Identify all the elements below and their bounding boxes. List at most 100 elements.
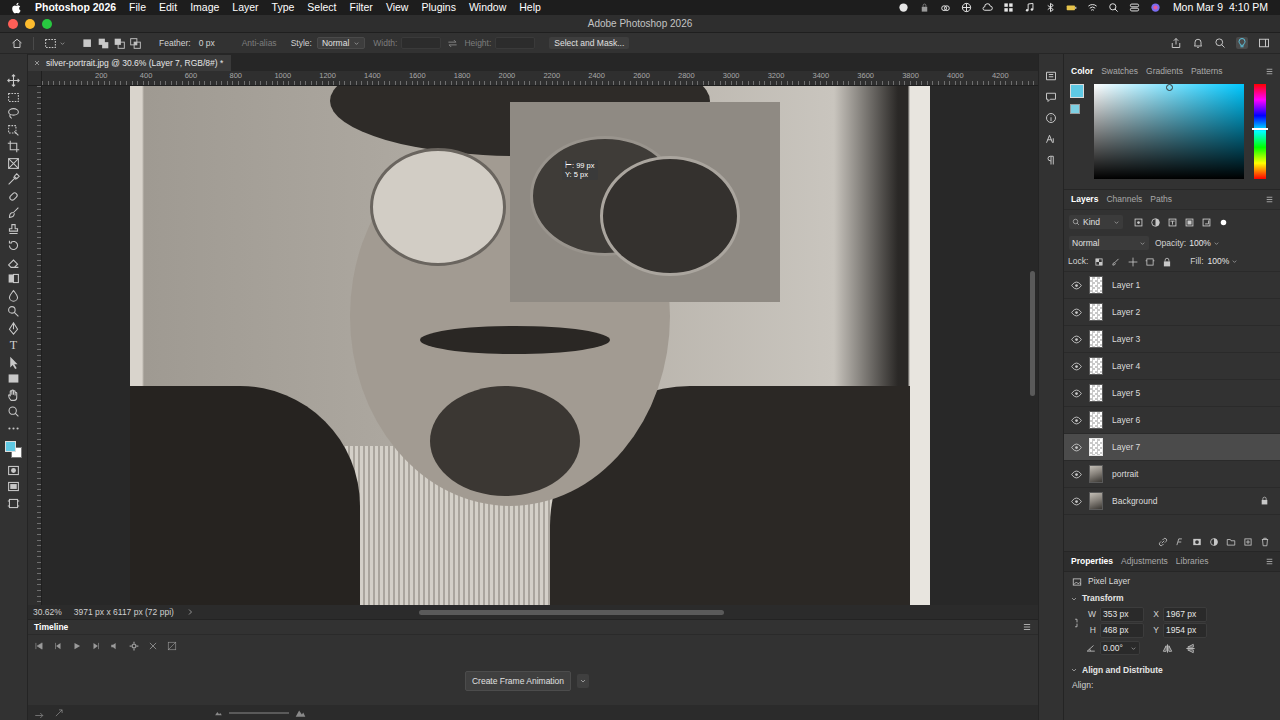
visibility-toggle[interactable] [1069, 413, 1083, 427]
photo[interactable]: ⊢: 99 px Y: 5 px [130, 86, 930, 605]
pixel-filter-icon[interactable] [1133, 217, 1144, 228]
x-field[interactable]: 1967 px [1163, 607, 1207, 622]
eye-icon[interactable] [1071, 415, 1082, 426]
layer-lock[interactable] [1260, 361, 1270, 371]
panel-tab[interactable]: Properties [1067, 553, 1117, 570]
rectangle-shape-icon[interactable] [7, 372, 20, 385]
angle-icon[interactable] [1086, 643, 1096, 653]
path-selection-icon[interactable] [7, 356, 20, 369]
group-icon[interactable] [1226, 537, 1236, 547]
layer-name[interactable]: Layer 7 [1112, 441, 1140, 454]
adjustment-filter-icon[interactable] [1150, 217, 1161, 228]
settings-icon[interactable] [129, 641, 139, 651]
eye-icon[interactable] [1071, 496, 1082, 507]
flip-horizontal-icon[interactable] [1162, 643, 1173, 654]
menu-item[interactable]: View [386, 2, 409, 13]
search-icon[interactable] [1214, 37, 1226, 49]
create-frame-animation-button[interactable]: Create Frame Animation [465, 671, 589, 692]
more-tools-icon[interactable] [7, 422, 20, 435]
panel-menu-icon[interactable] [1265, 195, 1274, 204]
battery-icon[interactable] [1066, 2, 1077, 13]
home-icon[interactable] [11, 37, 23, 49]
frame-icon[interactable] [7, 157, 20, 170]
eye-icon[interactable] [1071, 469, 1082, 480]
lock-position-icon[interactable] [1128, 257, 1138, 267]
flip-vertical-icon[interactable] [1185, 643, 1196, 654]
lasso-icon[interactable] [7, 107, 20, 120]
link-proportions-icon[interactable] [1072, 614, 1082, 632]
minimize-button[interactable] [25, 19, 35, 29]
lock-image-pixels-icon[interactable] [1111, 257, 1121, 267]
timeline-tab[interactable]: Timeline [28, 621, 74, 634]
chevron-down-icon[interactable] [1113, 219, 1120, 226]
opacity-field[interactable]: 100% [1189, 237, 1220, 250]
align-toggle[interactable] [1070, 666, 1078, 674]
visibility-toggle[interactable] [1069, 386, 1083, 400]
layer-row[interactable]: Layer 6 [1064, 407, 1280, 434]
first-frame-icon[interactable] [34, 641, 44, 651]
small-mountain-icon[interactable] [214, 708, 223, 717]
split-icon[interactable] [148, 641, 158, 651]
blur-icon[interactable] [7, 289, 20, 302]
chevron-down-icon[interactable] [1139, 240, 1146, 247]
grid-icon[interactable] [1003, 2, 1014, 13]
align-header[interactable]: Align and Distribute [1082, 664, 1163, 677]
convert-icon[interactable] [34, 708, 44, 718]
chevron-down-icon[interactable] [1130, 645, 1137, 652]
feather-field[interactable]: 0 px [196, 37, 236, 50]
panel-tab[interactable]: Gradients [1142, 63, 1187, 80]
menu-item[interactable]: Plugins [421, 2, 455, 13]
panel-tab[interactable]: Layers [1067, 191, 1102, 208]
zoom-button[interactable] [42, 19, 52, 29]
fill-field[interactable]: 100% [1208, 255, 1239, 268]
next-frame-icon[interactable] [91, 641, 101, 651]
eraser-icon[interactable] [7, 256, 20, 269]
visibility-toggle[interactable] [1069, 440, 1083, 454]
layer-lock[interactable] [1260, 442, 1270, 452]
comments-icon[interactable] [1045, 91, 1057, 103]
swap-icon[interactable] [447, 38, 458, 49]
render-icon[interactable] [54, 708, 64, 718]
layer-thumbnail[interactable] [1089, 465, 1103, 483]
layer-lock[interactable] [1260, 469, 1270, 479]
menu-item[interactable]: Layer [232, 2, 258, 13]
chevron-down-icon[interactable] [353, 40, 360, 47]
eye-icon[interactable] [1071, 388, 1082, 399]
layer-name[interactable]: Layer 1 [1112, 279, 1140, 292]
close-button[interactable] [8, 19, 18, 29]
layer-thumbnail[interactable] [1089, 303, 1103, 321]
search-icon[interactable] [1072, 218, 1080, 226]
history-icon[interactable] [1045, 70, 1057, 82]
layer-mask-icon[interactable] [1192, 537, 1202, 547]
panel-tab[interactable]: Libraries [1172, 553, 1213, 570]
layer-lock[interactable] [1260, 334, 1270, 344]
play-icon[interactable] [72, 641, 82, 651]
smart-object-filter-icon[interactable] [1201, 217, 1212, 228]
object-selection-icon[interactable] [7, 124, 20, 137]
screen-mode-icon[interactable] [7, 480, 20, 493]
chevron-down-icon[interactable] [1213, 240, 1220, 247]
style-dropdown[interactable]: Normal [317, 37, 365, 50]
panel-tab[interactable]: Channels [1102, 191, 1146, 208]
timeline-zoom-track[interactable] [229, 712, 289, 714]
menu-item[interactable]: Edit [159, 2, 177, 13]
clock[interactable]: Mon Mar 9 4:10 PM [1173, 2, 1268, 13]
canvas-area[interactable]: ⊢: 99 px Y: 5 px [42, 86, 1038, 605]
layer-thumbnail[interactable] [1089, 384, 1103, 402]
panel-menu-icon[interactable] [1022, 622, 1032, 632]
eye-icon[interactable] [1071, 334, 1082, 345]
width-field[interactable] [401, 37, 441, 49]
audio-icon[interactable] [110, 641, 120, 651]
eyedropper-icon[interactable] [7, 173, 20, 186]
visibility-toggle[interactable] [1069, 278, 1083, 292]
layer-name[interactable]: Background [1112, 495, 1157, 508]
visibility-toggle[interactable] [1069, 359, 1083, 373]
share-icon[interactable] [1170, 37, 1182, 49]
link-layers-icon[interactable] [1158, 537, 1168, 547]
lock-icon[interactable] [1260, 496, 1269, 505]
cloud-icon[interactable] [982, 2, 993, 13]
filter-toggle-icon[interactable] [1218, 217, 1229, 228]
panel-menu-icon[interactable] [1265, 67, 1274, 76]
large-mountain-icon[interactable] [295, 707, 306, 718]
quick-mask-icon[interactable] [7, 464, 20, 477]
